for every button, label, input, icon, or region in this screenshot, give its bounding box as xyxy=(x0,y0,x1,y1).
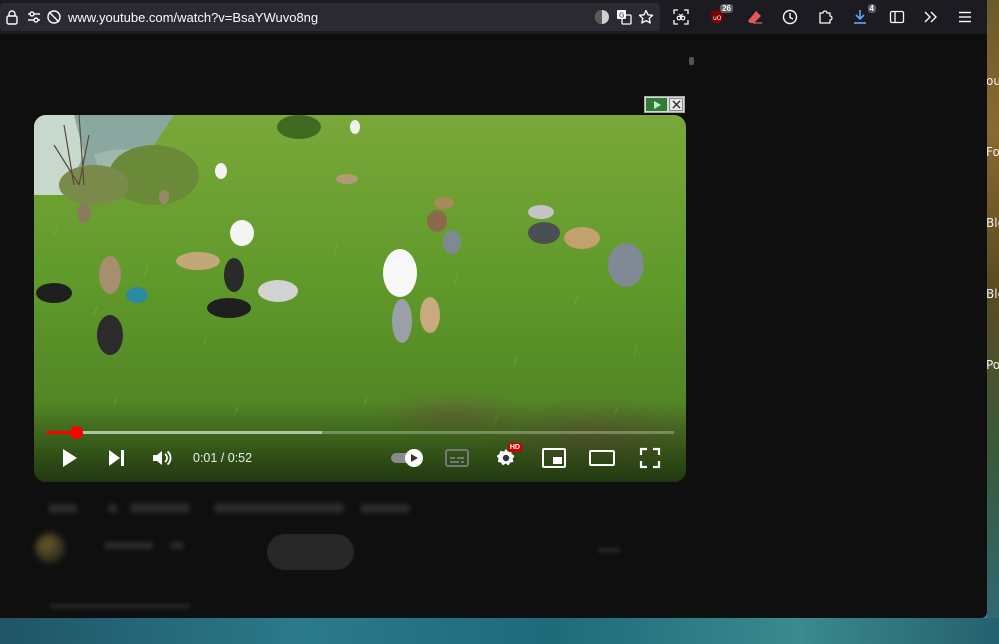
tracking-protection-icon[interactable] xyxy=(46,9,62,25)
next-button[interactable] xyxy=(102,445,130,471)
fullscreen-button[interactable] xyxy=(636,445,664,471)
video-title-placeholder xyxy=(108,504,118,513)
ad-play-icon[interactable] xyxy=(646,98,668,111)
overflow-icon[interactable] xyxy=(922,9,938,25)
video-title-placeholder xyxy=(130,503,190,513)
browser-window: www.youtube.com/watch?v=BsaYWuvo8ng G uO… xyxy=(0,0,987,618)
action-placeholder xyxy=(598,548,620,552)
theater-mode-button[interactable] xyxy=(588,445,616,471)
channel-avatar[interactable] xyxy=(35,533,65,563)
downloads-count-badge: 4 xyxy=(867,4,876,13)
url-text[interactable]: www.youtube.com/watch?v=BsaYWuvo8ng xyxy=(68,10,318,25)
desktop-icon-label: Ble xyxy=(986,287,999,301)
browser-toolbar: www.youtube.com/watch?v=BsaYWuvo8ng G uO… xyxy=(0,0,987,34)
bookmark-star-icon[interactable] xyxy=(638,9,654,25)
channel-name-placeholder xyxy=(170,542,184,549)
desktop-wallpaper-bottom xyxy=(0,618,999,644)
channel-name-placeholder xyxy=(104,542,154,549)
ublock-count-badge: 26 xyxy=(720,4,733,13)
time-display: 0:01 / 0:52 xyxy=(193,451,253,465)
video-title-placeholder xyxy=(360,504,410,513)
progress-scrubber[interactable] xyxy=(69,426,83,439)
video-title-placeholder xyxy=(214,503,344,513)
translate-icon[interactable]: G xyxy=(616,9,632,25)
autoplay-toggle-icon xyxy=(391,449,423,467)
desktop-icon-label: Po xyxy=(986,358,999,372)
play-button[interactable] xyxy=(55,445,83,471)
desktop-wallpaper xyxy=(987,0,999,644)
video-player[interactable]: 0:01 / 0:52 HD xyxy=(34,115,686,482)
svg-text:uO: uO xyxy=(713,15,722,22)
history-icon[interactable] xyxy=(782,9,798,25)
scroll-marker xyxy=(689,57,694,65)
settings-button[interactable]: HD xyxy=(492,443,522,471)
subtitles-icon xyxy=(445,449,469,467)
next-icon xyxy=(109,450,124,466)
video-title-placeholder xyxy=(48,504,78,513)
screenshot-icon[interactable] xyxy=(673,9,689,25)
progress-buffered xyxy=(46,431,323,434)
volume-icon xyxy=(153,450,172,466)
svg-text:G: G xyxy=(619,12,624,20)
miniplayer-icon xyxy=(542,448,566,468)
ad-close-icon[interactable] xyxy=(669,98,683,111)
menu-icon[interactable] xyxy=(957,9,973,25)
progress-bar[interactable] xyxy=(46,426,674,439)
lock-icon[interactable] xyxy=(4,9,20,25)
ublock-icon[interactable]: uO 26 xyxy=(709,4,733,25)
permissions-icon[interactable] xyxy=(26,9,42,25)
description-placeholder xyxy=(50,604,190,608)
ad-overlay-badge[interactable] xyxy=(644,96,685,113)
desktop-icon-label: Ble xyxy=(986,216,999,230)
fullscreen-icon xyxy=(639,447,661,469)
eraser-icon[interactable] xyxy=(747,9,763,25)
hd-badge: HD xyxy=(507,443,522,452)
subtitles-button[interactable] xyxy=(443,445,471,471)
play-icon xyxy=(63,449,77,467)
sidebar-icon[interactable] xyxy=(889,9,905,25)
desktop-icon-label: ou xyxy=(986,74,999,88)
reader-icon[interactable] xyxy=(594,9,610,25)
subscribe-button[interactable] xyxy=(267,534,354,570)
autoplay-toggle[interactable] xyxy=(390,445,426,471)
address-bar[interactable]: www.youtube.com/watch?v=BsaYWuvo8ng G xyxy=(0,3,660,31)
miniplayer-button[interactable] xyxy=(540,445,568,471)
downloads-icon[interactable]: 4 xyxy=(852,4,876,25)
theater-icon xyxy=(589,450,615,466)
mute-button[interactable] xyxy=(148,445,176,471)
extensions-icon[interactable] xyxy=(817,9,833,25)
desktop-icon-label: Fo xyxy=(986,145,999,159)
